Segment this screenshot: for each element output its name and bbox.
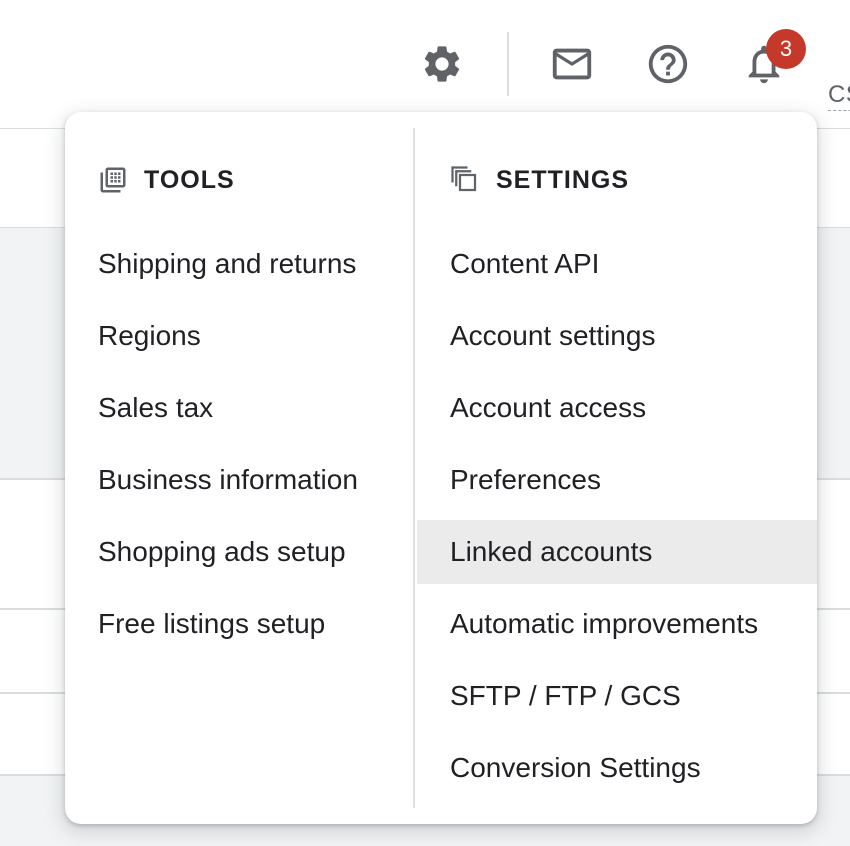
tools-header: TOOLS — [98, 162, 235, 198]
menu-item-linked-accounts[interactable]: Linked accounts — [417, 520, 817, 584]
notification-count-badge: 3 — [766, 29, 806, 69]
menu-item-regions[interactable]: Regions — [65, 304, 413, 368]
settings-button[interactable] — [418, 40, 466, 88]
menu-item-free-listings-setup[interactable]: Free listings setup — [65, 592, 413, 656]
settings-list: Content API Account settings Account acc… — [417, 232, 817, 808]
settings-header: SETTINGS — [450, 162, 629, 198]
menu-item-account-access[interactable]: Account access — [417, 376, 817, 440]
menu-item-sftp-ftp-gcs[interactable]: SFTP / FTP / GCS — [417, 664, 817, 728]
menu-item-automatic-improvements[interactable]: Automatic improvements — [417, 592, 817, 656]
tools-grid-icon — [98, 165, 128, 195]
topbar-divider — [507, 32, 509, 96]
settings-title: SETTINGS — [496, 165, 630, 194]
menu-item-business-information[interactable]: Business information — [65, 448, 413, 512]
menu-item-account-settings[interactable]: Account settings — [417, 304, 817, 368]
tools-settings-menu: TOOLS Shipping and returns Regions Sales… — [65, 112, 817, 824]
tools-title: TOOLS — [144, 165, 235, 194]
menu-item-sales-tax[interactable]: Sales tax — [65, 376, 413, 440]
gear-icon — [424, 46, 460, 82]
menu-column-divider — [413, 128, 415, 808]
settings-stack-icon — [450, 165, 480, 195]
account-initials[interactable]: CS — [828, 80, 850, 111]
menu-item-content-api[interactable]: Content API — [417, 232, 817, 296]
tools-list: Shipping and returns Regions Sales tax B… — [65, 232, 413, 664]
menu-item-conversion-settings[interactable]: Conversion Settings — [417, 736, 817, 800]
menu-item-shopping-ads-setup[interactable]: Shopping ads setup — [65, 520, 413, 584]
mail-button[interactable] — [548, 40, 596, 88]
help-button[interactable] — [644, 40, 692, 88]
menu-item-preferences[interactable]: Preferences — [417, 448, 817, 512]
mail-icon — [552, 48, 592, 80]
help-icon — [648, 44, 688, 84]
menu-item-shipping-and-returns[interactable]: Shipping and returns — [65, 232, 413, 296]
